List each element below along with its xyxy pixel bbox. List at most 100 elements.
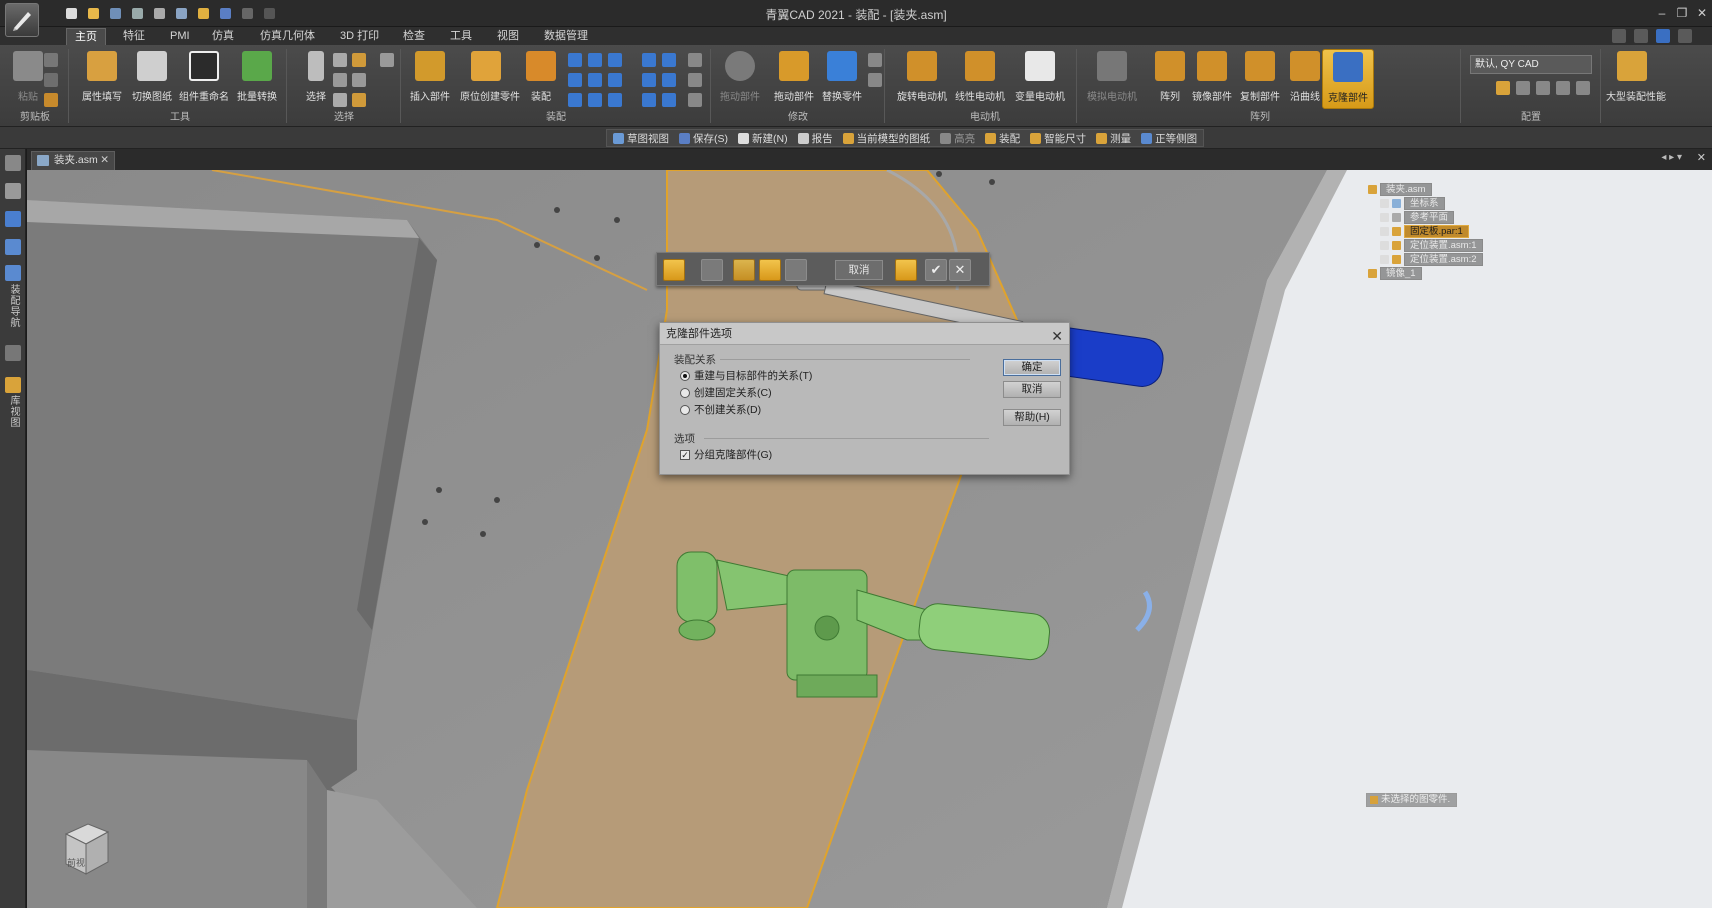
format-painter-icon[interactable] <box>44 93 58 107</box>
tree-item-locator-1[interactable]: 定位装置.asm:1 <box>1380 239 1483 252</box>
cmd-drawing[interactable]: 当前模型的图纸 <box>842 131 930 146</box>
tree-item-fixed-plate[interactable]: 固定板.par:1 <box>1380 225 1469 238</box>
config-icon[interactable] <box>1496 81 1510 95</box>
library-view-label[interactable]: 库视图 <box>6 395 21 428</box>
drag-part-button[interactable]: 拖动部件 <box>714 49 766 109</box>
tree-item-ref-planes[interactable]: 参考平面 <box>1380 211 1455 224</box>
tab-nav-arrows[interactable]: ◂ ▸ ▾ <box>1661 152 1682 163</box>
hide-relations-icon[interactable] <box>688 93 702 107</box>
app-logo-button[interactable] <box>5 3 39 37</box>
axis-icon[interactable] <box>568 73 582 87</box>
folder-small-icon[interactable] <box>352 93 366 107</box>
path-icon[interactable] <box>642 53 656 67</box>
transfer-icon[interactable] <box>868 53 882 67</box>
rotary-motor-button[interactable]: 旋转电动机 <box>896 49 948 109</box>
drag-part2-button[interactable]: 拖动部件 <box>768 49 820 109</box>
tab-features[interactable]: 特征 <box>115 28 153 45</box>
list-step-icon[interactable] <box>701 259 723 281</box>
assembly-nav-icon[interactable] <box>5 265 21 281</box>
cmd-measure[interactable]: 测量 <box>1096 131 1131 146</box>
gear-relation-icon[interactable] <box>568 93 582 107</box>
close-doc-icon[interactable]: ✕ <box>1697 151 1706 164</box>
close-tab-icon[interactable]: ✕ <box>100 152 109 169</box>
attr-fill-button[interactable]: 属性填写 <box>76 49 128 109</box>
insert-icon[interactable] <box>608 73 622 87</box>
hand-icon[interactable] <box>333 93 347 107</box>
tangent-icon[interactable] <box>608 93 622 107</box>
tree-item-coordinate-system[interactable]: 坐标系 <box>1380 197 1445 210</box>
tab-pmi[interactable]: PMI <box>162 28 198 45</box>
cmd-save[interactable]: 保存(S) <box>679 131 728 146</box>
mate-icon[interactable] <box>608 53 622 67</box>
clamp-pad[interactable] <box>676 551 718 623</box>
rename-button[interactable]: 组件重命名 <box>178 49 230 109</box>
tree-item-locator-2[interactable]: 定位装置.asm:2 <box>1380 253 1483 266</box>
clone-part-button[interactable]: 克隆部件 <box>1322 49 1374 109</box>
switch-drawing-button[interactable]: 切换图纸 <box>126 49 178 109</box>
dialog-cancel-button[interactable]: 取消 <box>1003 381 1061 398</box>
navigator-icon[interactable] <box>5 155 21 171</box>
list-icon[interactable] <box>1612 29 1626 43</box>
restore-button[interactable]: ❐ <box>1672 4 1692 22</box>
flash-fit-icon[interactable] <box>642 93 656 107</box>
ribbon-minimize-icon[interactable] <box>1678 29 1692 43</box>
document-tab[interactable]: 装夹.asm ✕ <box>31 151 115 170</box>
layers-icon[interactable] <box>5 239 21 255</box>
query-icon[interactable] <box>380 53 394 67</box>
tab-home[interactable]: 主页 <box>66 28 106 45</box>
replace-part-button[interactable]: 替换零件 <box>816 49 868 109</box>
group-clone-checkbox[interactable]: ✓ 分组克隆部件(G) <box>680 447 772 462</box>
config-refresh-icon[interactable] <box>1576 81 1590 95</box>
close-button[interactable]: ✕ <box>1692 4 1712 22</box>
options-icon[interactable] <box>895 259 917 281</box>
tab-view[interactable]: 视图 <box>489 28 527 45</box>
cmd-report[interactable]: 报告 <box>797 131 833 146</box>
tree-item-mirror[interactable]: 镜像_1 <box>1368 267 1422 280</box>
lock-icon[interactable] <box>352 53 366 67</box>
assemble-button[interactable]: 装配 <box>515 49 567 109</box>
cmd-sketch-view[interactable]: 草图视图 <box>613 131 669 146</box>
tab-simulation[interactable]: 仿真 <box>204 28 242 45</box>
tab-data-management[interactable]: 数据管理 <box>536 28 596 45</box>
tab-sim-geometry[interactable]: 仿真几何体 <box>252 28 323 45</box>
variable-motor-button[interactable]: 变量电动机 <box>1014 49 1066 109</box>
tree-item-root[interactable]: 装夹.asm <box>1368 183 1432 196</box>
cmd-assembly[interactable]: 装配 <box>985 131 1020 146</box>
large-assembly-button[interactable]: 大型装配性能 <box>1606 49 1666 109</box>
source-part-icon[interactable] <box>733 259 755 281</box>
tab-inspect[interactable]: 检查 <box>395 28 433 45</box>
simulate-motor-button[interactable]: 模拟电动机 <box>1086 49 1138 109</box>
cut-icon[interactable] <box>44 53 58 67</box>
filter-icon[interactable] <box>352 73 366 87</box>
insert-part-button[interactable]: 插入部件 <box>404 49 456 109</box>
select-box-icon[interactable] <box>333 73 347 87</box>
assembly-navigator-label[interactable]: 装配导航 <box>6 284 21 328</box>
create-in-place-button[interactable]: 原位创建零件 <box>460 49 520 109</box>
help-panel-icon[interactable] <box>5 211 21 227</box>
batch-convert-button[interactable]: 批量转换 <box>231 49 283 109</box>
cmd-smart-dimension[interactable]: 智能尺寸 <box>1030 131 1086 146</box>
cmd-highlight[interactable]: 高亮 <box>940 131 975 146</box>
view-cube[interactable] <box>58 818 114 882</box>
cancel-button[interactable]: 取消 <box>835 260 883 280</box>
config-delete-icon[interactable] <box>1556 81 1570 95</box>
help-icon[interactable] <box>1656 29 1670 43</box>
radio-fixed-relation[interactable]: 创建固定关系(C) <box>680 385 772 400</box>
radio-rebuild-relations[interactable]: 重建与目标部件的关系(T) <box>680 368 812 383</box>
config-select[interactable]: 默认, QY CAD <box>1470 55 1592 74</box>
tab-3d-print[interactable]: 3D 打印 <box>332 28 387 45</box>
cmd-new[interactable]: 新建(N) <box>738 131 788 146</box>
rigid-icon[interactable] <box>662 53 676 67</box>
help-button[interactable]: 帮助(H) <box>1003 409 1061 426</box>
angle-icon[interactable] <box>588 93 602 107</box>
mirror-part-button[interactable]: 镜像部件 <box>1186 49 1238 109</box>
disperse-icon[interactable] <box>868 73 882 87</box>
show-relations-icon[interactable] <box>688 73 702 87</box>
clone-step-icon[interactable] <box>663 259 685 281</box>
planar-icon[interactable] <box>588 73 602 87</box>
dropdown-icon[interactable] <box>662 93 676 107</box>
close-icon[interactable]: ✕ <box>949 259 971 281</box>
collapse-icon[interactable] <box>5 345 21 361</box>
relation-icon[interactable] <box>568 53 582 67</box>
tool-icon[interactable] <box>785 259 807 281</box>
